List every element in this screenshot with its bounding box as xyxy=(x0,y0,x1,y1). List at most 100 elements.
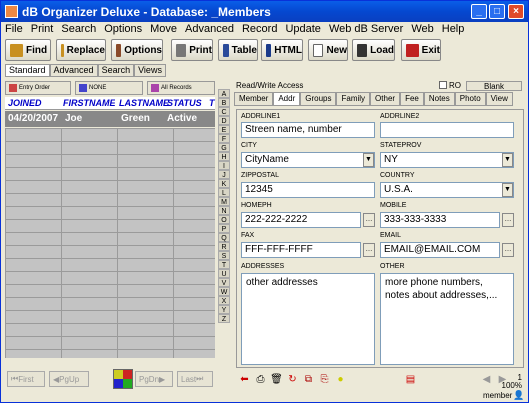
entry-order-button[interactable]: Entry Order xyxy=(5,81,71,95)
email-field[interactable]: EMAIL@EMAIL.COM xyxy=(380,242,500,258)
alpha-q[interactable]: Q xyxy=(218,233,230,242)
alpha-n[interactable]: N xyxy=(218,206,230,215)
first-button[interactable]: ⏮ First xyxy=(7,371,45,387)
homeph-more-icon[interactable]: … xyxy=(363,213,375,227)
blank-button[interactable]: Blank xyxy=(466,81,522,91)
city-dropdown-icon[interactable]: ▼ xyxy=(363,153,374,167)
exit-button[interactable]: Exit xyxy=(401,39,441,61)
addrline1-field[interactable]: Streen name, number xyxy=(241,122,375,138)
close-button[interactable]: × xyxy=(508,4,524,19)
tab-views[interactable]: Views xyxy=(134,64,166,77)
country-dropdown-icon[interactable]: ▼ xyxy=(502,183,513,197)
col-status[interactable]: STATUS xyxy=(167,98,207,108)
maximize-button[interactable]: □ xyxy=(489,4,505,19)
last-button[interactable]: Last ⏭ xyxy=(177,371,213,387)
pgup-button[interactable]: ◀ PgUp xyxy=(49,371,89,387)
tab-family[interactable]: Family xyxy=(336,92,371,106)
tab-other[interactable]: Other xyxy=(370,92,401,106)
tab-standard[interactable]: Standard xyxy=(5,64,50,77)
stateprov-field[interactable]: NY xyxy=(380,152,514,168)
html-button[interactable]: HTML xyxy=(261,39,303,61)
alpha-h[interactable]: H xyxy=(218,152,230,161)
menu-record[interactable]: Record xyxy=(238,22,281,36)
tab-member[interactable]: Member xyxy=(234,92,274,106)
stateprov-dropdown-icon[interactable]: ▼ xyxy=(502,153,513,167)
alpha-u[interactable]: U xyxy=(218,269,230,278)
alpha-o[interactable]: O xyxy=(218,215,230,224)
table-row[interactable]: 04/20/2007 Joe Green Active xyxy=(5,111,215,127)
alpha-d[interactable]: D xyxy=(218,116,230,125)
col-lastname[interactable]: LASTNAME xyxy=(119,98,169,108)
load-button[interactable]: Load xyxy=(352,39,395,61)
addrline2-field[interactable] xyxy=(380,122,514,138)
menu-print[interactable]: Print xyxy=(27,22,58,36)
options-button[interactable]: Options xyxy=(111,39,163,61)
all-records-button[interactable]: All Records xyxy=(147,81,215,95)
pgdn-button[interactable]: PgDn ▶ xyxy=(135,371,173,387)
col-t[interactable]: T xyxy=(209,98,217,108)
alpha-y[interactable]: Y xyxy=(218,305,230,314)
alpha-i[interactable]: I xyxy=(218,161,230,170)
ro-checkbox[interactable] xyxy=(439,81,447,89)
homeph-field[interactable]: 222-222-2222 xyxy=(241,212,361,228)
col-joined[interactable]: JOINED xyxy=(8,98,60,108)
alpha-e[interactable]: E xyxy=(218,125,230,134)
alpha-p[interactable]: P xyxy=(218,224,230,233)
back-arrow-icon[interactable]: ⬅ xyxy=(238,373,251,386)
alpha-r[interactable]: R xyxy=(218,242,230,251)
alpha-v[interactable]: V xyxy=(218,278,230,287)
mobile-field[interactable]: 333-333-3333 xyxy=(380,212,500,228)
zippostal-field[interactable]: 12345 xyxy=(241,182,375,198)
col-firstname[interactable]: FIRSTNAME xyxy=(63,98,115,108)
table-button[interactable]: Table xyxy=(218,39,258,61)
tab-advanced[interactable]: Advanced xyxy=(49,64,98,77)
tab-notes[interactable]: Notes xyxy=(423,92,455,106)
email-more-icon[interactable]: … xyxy=(502,243,514,257)
menu-file[interactable]: File xyxy=(1,22,27,36)
alpha-a[interactable]: A xyxy=(218,89,230,98)
addresses-field[interactable]: other addresses xyxy=(241,273,375,365)
bulb-icon[interactable]: ● xyxy=(334,373,347,386)
new-button[interactable]: New xyxy=(308,39,348,61)
country-field[interactable]: U.S.A. xyxy=(380,182,514,198)
alpha-t[interactable]: T xyxy=(218,260,230,269)
menu-advanced[interactable]: Advanced xyxy=(181,22,238,36)
alpha-j[interactable]: J xyxy=(218,170,230,179)
city-field[interactable]: CityName xyxy=(241,152,375,168)
print-button[interactable]: Print xyxy=(171,39,213,61)
refresh-icon[interactable]: ↻ xyxy=(286,373,299,386)
alpha-z[interactable]: Z xyxy=(218,314,230,323)
alpha-x[interactable]: X xyxy=(218,296,230,305)
record-grid-icon[interactable] xyxy=(113,369,133,389)
menu-move[interactable]: Move xyxy=(146,22,181,36)
menu-web-db-server[interactable]: Web dB Server xyxy=(325,22,407,36)
other-field[interactable]: more phone numbers, notes about addresse… xyxy=(380,273,514,365)
alpha-g[interactable]: G xyxy=(218,143,230,152)
replace-button[interactable]: Replace xyxy=(56,39,106,61)
none-filter-button[interactable]: NONE xyxy=(75,81,143,95)
print-icon[interactable]: ⎙ xyxy=(254,373,267,386)
paste-icon[interactable]: ⎘ xyxy=(318,373,331,386)
alpha-b[interactable]: B xyxy=(218,98,230,107)
menu-help[interactable]: Help xyxy=(438,22,469,36)
alpha-l[interactable]: L xyxy=(218,188,230,197)
grid-body[interactable] xyxy=(5,128,215,358)
find-button[interactable]: Find xyxy=(5,39,51,61)
menu-search[interactable]: Search xyxy=(57,22,100,36)
alpha-m[interactable]: M xyxy=(218,197,230,206)
tab-search[interactable]: Search xyxy=(97,64,135,77)
alpha-k[interactable]: K xyxy=(218,179,230,188)
alpha-c[interactable]: C xyxy=(218,107,230,116)
menu-options[interactable]: Options xyxy=(100,22,146,36)
tab-view[interactable]: View xyxy=(485,92,513,106)
tab-photo[interactable]: Photo xyxy=(454,92,486,106)
menu-update[interactable]: Update xyxy=(281,22,324,36)
minimize-button[interactable]: _ xyxy=(471,4,487,19)
menu-web[interactable]: Web xyxy=(407,22,437,36)
fax-field[interactable]: FFF-FFF-FFFF xyxy=(241,242,361,258)
alpha-f[interactable]: F xyxy=(218,134,230,143)
report-icon[interactable]: ▤ xyxy=(404,373,417,386)
copy-icon[interactable]: ⧉ xyxy=(302,373,315,386)
tab-fee[interactable]: Fee xyxy=(400,92,424,106)
delete-icon[interactable]: 🗑 xyxy=(270,373,283,386)
